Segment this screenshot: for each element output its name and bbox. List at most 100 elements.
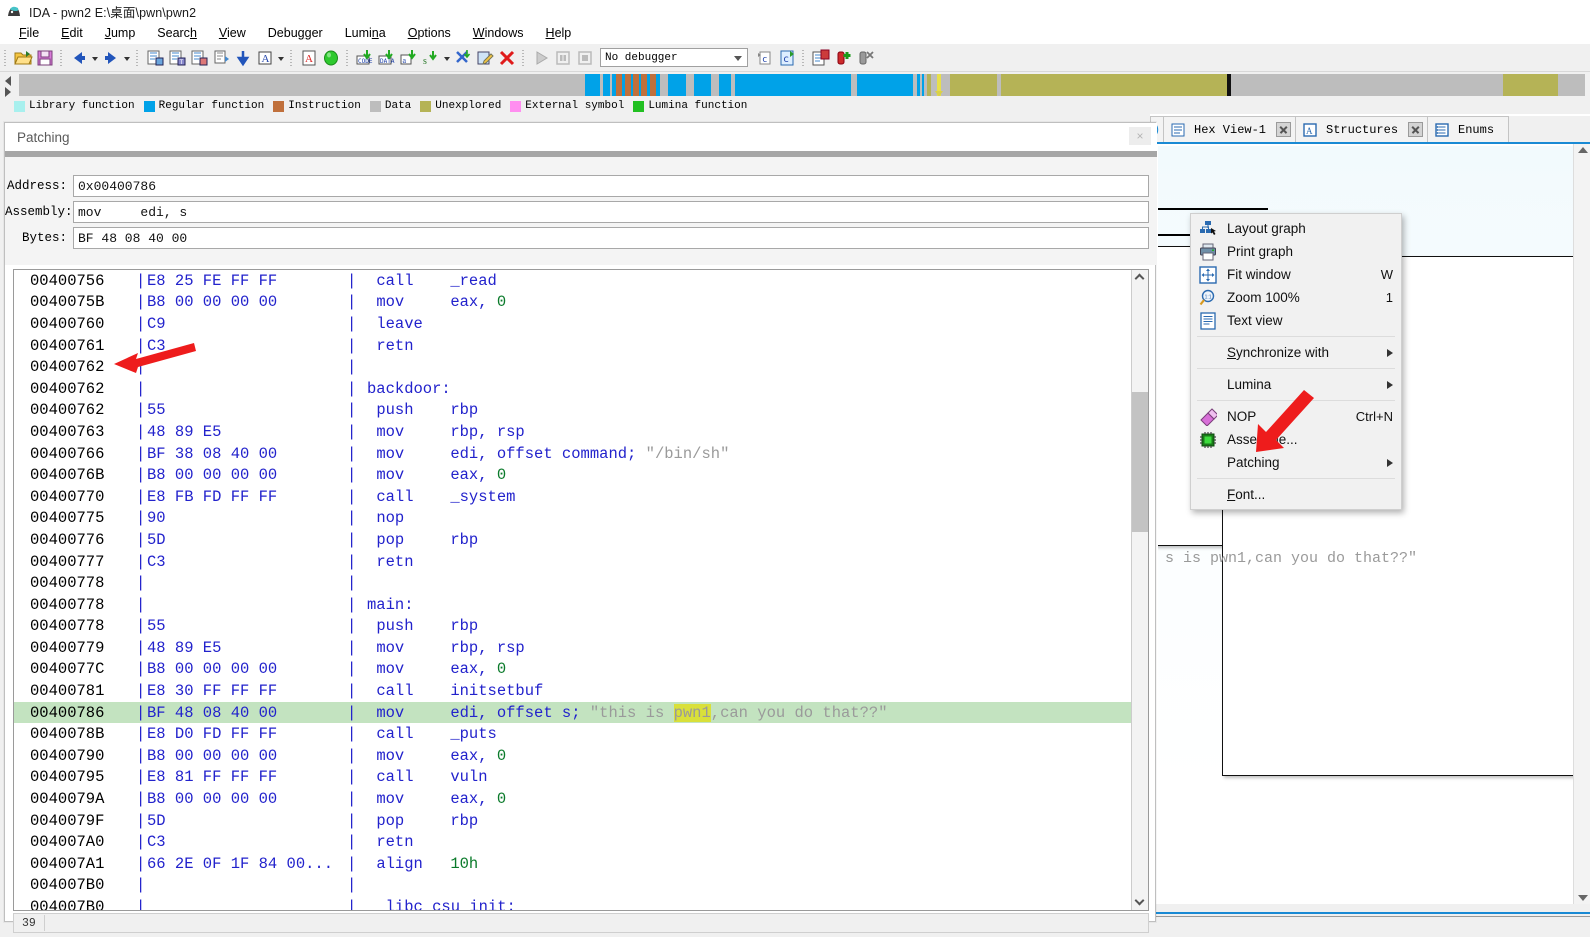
menu-item-fit-window[interactable]: Fit windowW <box>1191 263 1401 286</box>
scroll-up-icon[interactable] <box>1132 270 1149 286</box>
step-over-icon[interactable]: c <box>776 47 798 69</box>
search-dropdown-icon[interactable] <box>276 47 286 69</box>
disassembly-row[interactable]: 00400779|48 89 E5| movrbp, rsp <box>14 637 1133 659</box>
menu-item-font[interactable]: Font... <box>1191 483 1401 506</box>
disassembly-row[interactable]: 00400795|E8 81 FF FF FF| callvuln <box>14 767 1133 789</box>
toolbar-grip-4[interactable] <box>289 48 295 68</box>
disassembly-row[interactable]: 00400756|E8 25 FE FF FF| call_read <box>14 270 1133 292</box>
toolbar-grip-7[interactable] <box>801 48 807 68</box>
disassembly-row[interactable]: 00400778|| <box>14 572 1133 594</box>
menu-item-layout-graph[interactable]: Layout graph <box>1191 217 1401 240</box>
tab-structures[interactable]: A Structures <box>1295 116 1428 142</box>
disassembly-row[interactable]: 00400762|| <box>14 356 1133 378</box>
text-search-icon[interactable]: A <box>254 47 276 69</box>
navband-next-icon[interactable] <box>5 87 11 97</box>
menu-edit[interactable]: Edit <box>50 24 94 42</box>
back-dropdown-icon[interactable] <box>90 47 100 69</box>
step-into-icon[interactable]: c <box>754 47 776 69</box>
navband-scroll-buttons[interactable] <box>3 73 17 97</box>
make-string-icon[interactable]: s <box>420 47 442 69</box>
disassembly-row[interactable]: 00400776|5D| poprbp <box>14 529 1133 551</box>
forward-arrow-icon[interactable] <box>100 47 122 69</box>
tab-hex-view-1[interactable]: Hex View-1 <box>1163 116 1296 142</box>
disassembly-listing[interactable]: 00400756|E8 25 FE FF FF| call_read004007… <box>13 269 1149 911</box>
disassembly-row[interactable]: 00400761|C3| retn <box>14 335 1133 357</box>
menu-item-assemble[interactable]: Assemble... <box>1191 428 1401 451</box>
menu-jump[interactable]: Jump <box>94 24 147 42</box>
assembly-field[interactable]: mov edi, s <box>73 201 1149 223</box>
menu-item-zoom-100[interactable]: 1:1Zoom 100%1 <box>1191 286 1401 309</box>
navband-prev-icon[interactable] <box>5 76 11 86</box>
make-unexplored-icon[interactable] <box>452 47 474 69</box>
toolbar-grip[interactable] <box>3 48 9 68</box>
disassembly-row[interactable]: 0040079A|B8 00 00 00 00| moveax, 0 <box>14 788 1133 810</box>
disassembly-row[interactable]: 004007A0|C3| retn <box>14 831 1133 853</box>
patching-close-button[interactable]: × <box>1129 127 1151 145</box>
menu-item-synchronize-with[interactable]: Synchronize with <box>1191 341 1401 364</box>
scrollbar-thumb[interactable] <box>1132 392 1149 532</box>
debugger-select[interactable]: No debugger <box>600 48 748 67</box>
toolbar-grip-5[interactable] <box>345 48 351 68</box>
add-breakpoint-icon[interactable] <box>832 47 854 69</box>
menu-item-lumina[interactable]: Lumina <box>1191 373 1401 396</box>
disassembly-row[interactable]: 0040078B|E8 D0 FD FF FF| call_puts <box>14 723 1133 745</box>
make-data-icon[interactable]: DATA <box>376 47 398 69</box>
menu-debugger[interactable]: Debugger <box>257 24 334 42</box>
analysis-options-icon[interactable]: A <box>298 47 320 69</box>
menu-file[interactable]: File <box>8 24 50 42</box>
disassembly-row[interactable]: 0040079F|5D| poprbp <box>14 810 1133 832</box>
menu-view[interactable]: View <box>208 24 257 42</box>
navigation-band[interactable] <box>19 74 1585 96</box>
menu-options[interactable]: Options <box>397 24 462 42</box>
disassembly-row[interactable]: 00400778||main: <box>14 594 1133 616</box>
bytes-field[interactable]: BF 48 08 40 00 <box>73 227 1149 249</box>
run-analysis-icon[interactable] <box>320 47 342 69</box>
jump-by-xref-icon[interactable] <box>210 47 232 69</box>
menu-windows[interactable]: Windows <box>462 24 535 42</box>
disassembly-row[interactable]: 00400763|48 89 E5| movrbp, rsp <box>14 421 1133 443</box>
disassembly-row[interactable]: 00400770|E8 FB FD FF FF| call_system <box>14 486 1133 508</box>
context-menu[interactable]: Layout graphPrint graphFit windowW1:1Zoo… <box>1190 213 1402 510</box>
back-arrow-icon[interactable] <box>68 47 90 69</box>
stop-debugger-icon[interactable] <box>574 47 596 69</box>
toolbar-grip-3[interactable] <box>135 48 141 68</box>
disassembly-row[interactable]: 00400781|E8 30 FF FF FF| callinitsetbuf <box>14 680 1133 702</box>
disassembly-row[interactable]: 004007B0||__libc_csu_init: <box>14 896 1133 910</box>
menu-help[interactable]: Help <box>535 24 583 42</box>
jump-to-address-icon[interactable] <box>144 47 166 69</box>
disassembly-row[interactable]: 0040076B|B8 00 00 00 00| moveax, 0 <box>14 464 1133 486</box>
disassembly-row[interactable]: 00400762|55| pushrbp <box>14 400 1133 422</box>
run-debugger-icon[interactable] <box>530 47 552 69</box>
jump-to-segment-icon[interactable] <box>188 47 210 69</box>
jump-to-name-icon[interactable]: T <box>166 47 188 69</box>
close-icon[interactable] <box>1276 122 1291 137</box>
disassembly-row[interactable]: 00400766|BF 38 08 40 00| movedi, offset … <box>14 443 1133 465</box>
disassembly-row[interactable]: 00400778|55| pushrbp <box>14 616 1133 638</box>
scroll-down-icon[interactable] <box>1578 895 1588 901</box>
menu-item-text-view[interactable]: Text view <box>1191 309 1401 332</box>
jump-down-icon[interactable] <box>232 47 254 69</box>
disassembly-row[interactable]: 0040075B|B8 00 00 00 00| moveax, 0 <box>14 292 1133 314</box>
menu-item-print-graph[interactable]: Print graph <box>1191 240 1401 263</box>
pause-debugger-icon[interactable] <box>552 47 574 69</box>
scroll-down-icon[interactable] <box>1132 894 1149 910</box>
disassembly-row[interactable]: 00400777|C3| retn <box>14 551 1133 573</box>
right-pane-scrollbar[interactable] <box>1573 144 1590 904</box>
edit-function-icon[interactable] <box>474 47 496 69</box>
disassembly-row[interactable]: 00400775|90| nop <box>14 508 1133 530</box>
forward-dropdown-icon[interactable] <box>122 47 132 69</box>
disassembly-row[interactable]: 00400786|BF 48 08 40 00| movedi, offset … <box>14 702 1133 724</box>
disassembly-row[interactable]: 004007B0|| <box>14 875 1133 897</box>
make-array-icon[interactable]: a <box>398 47 420 69</box>
toolbar-grip-2[interactable] <box>59 48 65 68</box>
disassembly-row[interactable]: 00400762||backdoor: <box>14 378 1133 400</box>
menu-item-patching[interactable]: Patching <box>1191 451 1401 474</box>
delete-breakpoint-icon[interactable] <box>854 47 876 69</box>
open-subviews-icon[interactable] <box>810 47 832 69</box>
delete-icon[interactable] <box>496 47 518 69</box>
save-icon[interactable] <box>34 47 56 69</box>
address-field[interactable]: 0x00400786 <box>73 175 1149 197</box>
disassembly-row[interactable]: 00400790|B8 00 00 00 00| moveax, 0 <box>14 745 1133 767</box>
tab-enums[interactable]: Enums <box>1427 116 1509 142</box>
listing-scrollbar[interactable] <box>1131 270 1148 910</box>
